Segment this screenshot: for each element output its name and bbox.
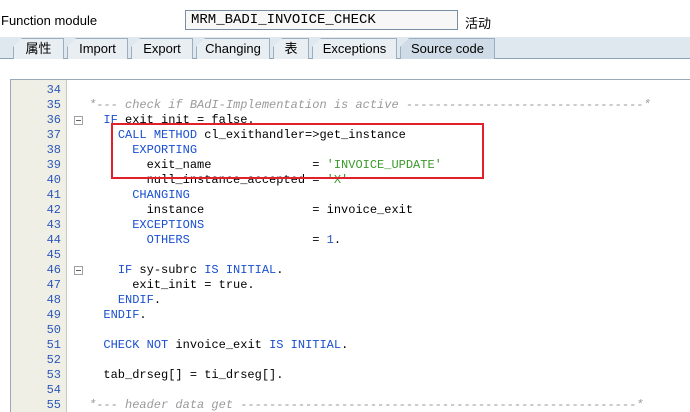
- code-text: *--- header data get -------------------…: [89, 398, 644, 412]
- function-module-label: Function module: [1, 13, 98, 28]
- code-text: *--- check if BAdI-Implementation is act…: [89, 98, 651, 112]
- line-number: 40: [46, 173, 61, 187]
- line-number: 48: [46, 293, 61, 307]
- line-number: 52: [46, 353, 61, 367]
- line-number: 46: [46, 263, 61, 277]
- line-number: 49: [46, 308, 61, 322]
- code-line[interactable]: 46 IF sy-subrc IS INITIAL.: [11, 263, 690, 278]
- code-line[interactable]: 44 OTHERS = 1.: [11, 233, 690, 248]
- line-number: 41: [46, 188, 61, 202]
- code-line[interactable]: 48 ENDIF.: [11, 293, 690, 308]
- code-line[interactable]: 53 tab_drseg[] = ti_drseg[].: [11, 368, 690, 383]
- code-line[interactable]: 54: [11, 383, 690, 398]
- code-line[interactable]: 55 *--- header data get -----------------…: [11, 398, 690, 412]
- line-number: 38: [46, 143, 61, 157]
- code-line[interactable]: 34: [11, 83, 690, 98]
- code-line[interactable]: 49 ENDIF.: [11, 308, 690, 323]
- code-line[interactable]: 35 *--- check if BAdI-Implementation is a…: [11, 98, 690, 113]
- line-number: 54: [46, 383, 61, 397]
- tab-import[interactable]: Import: [67, 38, 128, 59]
- tab-bar: 属性 Import Export Changing 表 Exceptions S…: [0, 37, 690, 59]
- tab-source-code-label: Source code: [411, 41, 484, 56]
- highlight-annotation-box: [111, 123, 484, 179]
- code-text: ENDIF.: [117, 293, 162, 307]
- tab-attributes[interactable]: 属性: [13, 38, 64, 59]
- code-text: ENDIF.: [103, 308, 147, 322]
- code-line[interactable]: 42 instance = invoice_exit: [11, 203, 690, 218]
- tab-export-label: Export: [143, 41, 181, 56]
- tab-changing[interactable]: Changing: [196, 38, 270, 59]
- code-text: EXCEPTIONS: [132, 218, 205, 232]
- line-number: 50: [46, 323, 61, 337]
- line-number: 34: [46, 83, 61, 97]
- line-number: 47: [46, 278, 61, 292]
- line-number: 36: [46, 113, 61, 127]
- tab-changing-label: Changing: [205, 41, 261, 56]
- line-number: 45: [46, 248, 61, 262]
- code-line[interactable]: 43 EXCEPTIONS: [11, 218, 690, 233]
- line-number: 51: [46, 338, 61, 352]
- tab-export[interactable]: Export: [131, 38, 193, 59]
- tab-exceptions[interactable]: Exceptions: [312, 38, 397, 59]
- fold-toggle-icon[interactable]: [74, 266, 83, 275]
- line-number: 42: [46, 203, 61, 217]
- code-text: exit_init = true.: [89, 278, 255, 292]
- code-text: CHANGING: [132, 188, 190, 202]
- line-number: 39: [46, 158, 61, 172]
- line-number: 37: [46, 128, 61, 142]
- line-number: 53: [46, 368, 61, 382]
- function-module-field[interactable]: MRM_BADI_INVOICE_CHECK: [185, 10, 458, 30]
- tab-tables[interactable]: 表: [273, 38, 309, 59]
- code-text: tab_drseg[] = ti_drseg[].: [89, 368, 284, 382]
- code-line[interactable]: 47 exit_init = true.: [11, 278, 690, 293]
- code-line[interactable]: 45: [11, 248, 690, 263]
- tab-import-label: Import: [79, 41, 116, 56]
- code-line[interactable]: 52: [11, 353, 690, 368]
- line-number: 43: [46, 218, 61, 232]
- status-label: 活动: [465, 16, 492, 31]
- tab-tables-label: 表: [284, 41, 298, 56]
- line-number: 35: [46, 98, 61, 112]
- tab-source-code[interactable]: Source code: [400, 38, 495, 59]
- editor-top-strip: [0, 59, 690, 79]
- code-text: instance = invoice_exit: [89, 203, 414, 217]
- line-number: 44: [46, 233, 61, 247]
- tab-attributes-label: 属性: [25, 41, 52, 56]
- code-line[interactable]: 51 CHECK NOT invoice_exit IS INITIAL.: [11, 338, 690, 353]
- code-text: OTHERS = 1.: [146, 233, 342, 247]
- code-text: CHECK NOT invoice_exit IS INITIAL.: [103, 338, 349, 352]
- code-line[interactable]: 41 CHANGING: [11, 188, 690, 203]
- code-text: IF sy-subrc IS INITIAL.: [117, 263, 284, 277]
- line-number: 55: [46, 398, 61, 412]
- fold-toggle-icon[interactable]: [74, 116, 83, 125]
- header-bar: Function module MRM_BADI_INVOICE_CHECK 活…: [0, 0, 690, 37]
- code-line[interactable]: 50: [11, 323, 690, 338]
- tab-exceptions-label: Exceptions: [322, 41, 387, 56]
